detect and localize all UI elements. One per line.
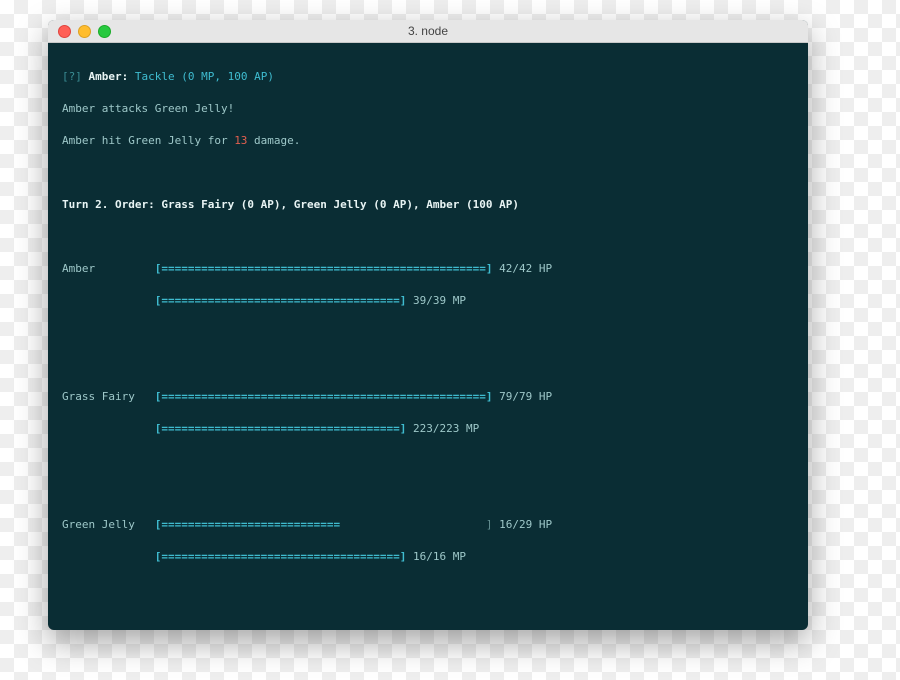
titlebar: 3. node	[48, 20, 808, 43]
status-grassfairy-mp: [====================================] 2…	[62, 421, 794, 437]
line-damage: Amber hit Green Jelly for 13 damage.	[62, 133, 794, 149]
turn-header: Turn 2. Order: Grass Fairy (0 AP), Green…	[62, 197, 794, 213]
terminal-body[interactable]: [?] Amber: Tackle (0 MP, 100 AP) Amber a…	[48, 43, 808, 630]
window-title: 3. node	[48, 24, 808, 38]
line-attack: Amber attacks Green Jelly!	[62, 101, 794, 117]
line-skill-select: [?] Amber: Tackle (0 MP, 100 AP)	[62, 69, 794, 85]
status-grassfairy-hp: Grass Fairy [===========================…	[62, 389, 794, 405]
terminal-window: 3. node [?] Amber: Tackle (0 MP, 100 AP)…	[48, 20, 808, 630]
status-greenjelly-hp: Green Jelly [===========================…	[62, 517, 794, 533]
status-amber-mp: [====================================] 3…	[62, 293, 794, 309]
status-greenjelly-mp: [====================================] 1…	[62, 549, 794, 565]
status-amber-hp: Amber [=================================…	[62, 261, 794, 277]
